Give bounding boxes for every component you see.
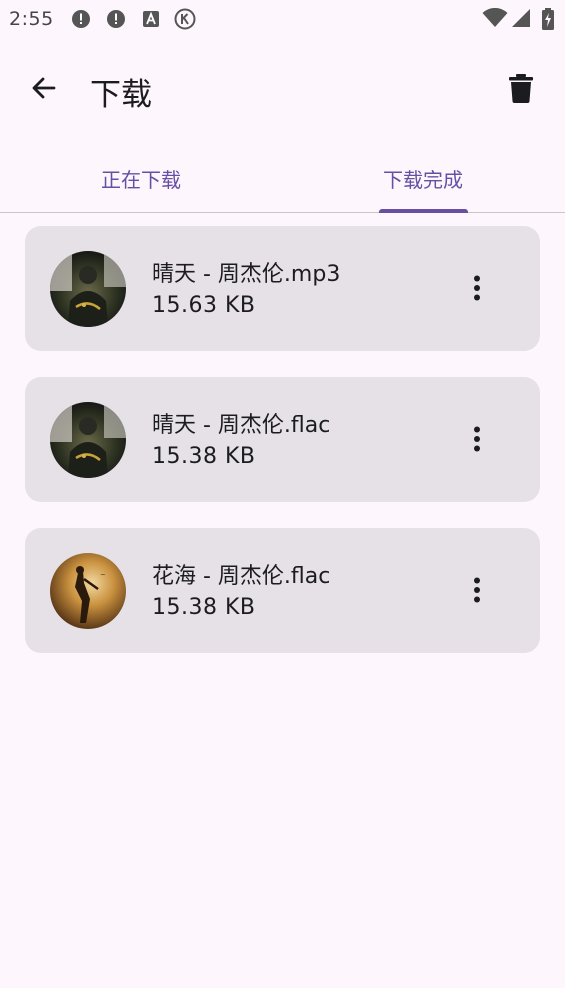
delete-all-button[interactable] xyxy=(497,66,545,110)
font-a-icon xyxy=(143,11,159,27)
wifi-icon xyxy=(482,8,508,27)
file-size: 15.38 KB xyxy=(152,595,256,620)
list-item[interactable]: ~ 花海 - 周杰伦.flac 15.38 KB xyxy=(25,528,540,653)
trash-icon xyxy=(509,74,533,103)
page-title: 下载 xyxy=(90,77,152,113)
tab-bar: 正在下载 下载完成 xyxy=(0,150,565,213)
alert-circle-icon xyxy=(72,10,90,28)
more-vert-icon xyxy=(474,275,480,301)
alert-circle-icon xyxy=(107,10,125,28)
tab-downloading[interactable]: 正在下载 xyxy=(0,150,282,212)
arrow-back-icon xyxy=(32,77,56,99)
tab-label: 下载完成 xyxy=(383,168,463,192)
download-list: 晴天 - 周杰伦.mp3 15.63 KB 晴天 - 周杰伦.flac 15.3… xyxy=(25,226,540,679)
album-cover xyxy=(50,402,126,478)
file-name: 花海 - 周杰伦.flac xyxy=(152,564,331,589)
tab-indicator xyxy=(379,209,468,213)
status-bar: 2:55 xyxy=(0,0,565,38)
back-button[interactable] xyxy=(22,66,66,110)
file-name: 晴天 - 周杰伦.flac xyxy=(152,413,331,438)
tab-completed[interactable]: 下载完成 xyxy=(282,150,564,212)
k-circle-icon xyxy=(174,8,196,30)
signal-icon xyxy=(512,9,530,27)
file-size: 15.38 KB xyxy=(152,444,256,469)
more-options-button[interactable] xyxy=(457,268,497,308)
file-name: 晴天 - 周杰伦.mp3 xyxy=(152,262,341,287)
more-vert-icon xyxy=(474,577,480,603)
list-item[interactable]: 晴天 - 周杰伦.flac 15.38 KB xyxy=(25,377,540,502)
svg-text:~: ~ xyxy=(100,571,106,579)
battery-charging-icon xyxy=(542,8,554,30)
top-app-bar: 下载 xyxy=(0,50,565,128)
more-vert-icon xyxy=(474,426,480,452)
more-options-button[interactable] xyxy=(457,419,497,459)
status-time: 2:55 xyxy=(9,8,54,30)
album-cover xyxy=(50,251,126,327)
file-size: 15.63 KB xyxy=(152,293,256,318)
list-item[interactable]: 晴天 - 周杰伦.mp3 15.63 KB xyxy=(25,226,540,351)
more-options-button[interactable] xyxy=(457,570,497,610)
tab-label: 正在下载 xyxy=(101,168,181,192)
album-cover: ~ xyxy=(50,553,126,629)
